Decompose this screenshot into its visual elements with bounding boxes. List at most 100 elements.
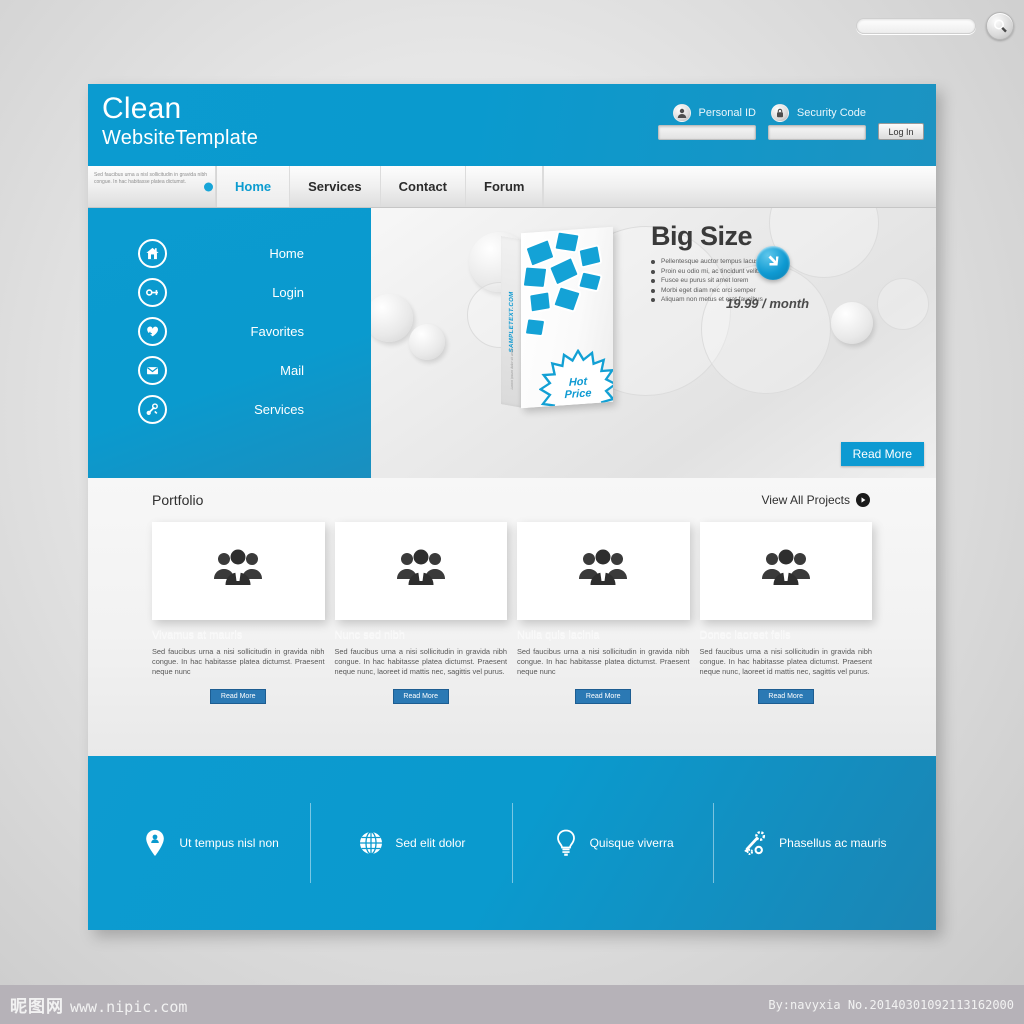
feature-label: Phasellus ac mauris [779, 836, 887, 850]
nav-item-services[interactable]: Services [290, 166, 381, 207]
sidebar-item-login[interactable]: Login [88, 273, 371, 312]
personal-id-input[interactable] [658, 125, 756, 140]
wrench-gear-icon [741, 829, 769, 857]
portfolio-card-text: Sed faucibus urna a nisi sollicitudin in… [334, 647, 508, 676]
portfolio-read-more-button[interactable]: Read More [210, 689, 267, 704]
people-group-icon [210, 547, 266, 596]
sidebar-item-label: Mail [280, 363, 304, 378]
product-box-spine-text: SAMPLETEXT.COM [509, 291, 515, 353]
portfolio-card[interactable]: Nulla quis lacinia Sed faucibus urna a n… [517, 522, 690, 704]
hero-title: Big Size [651, 221, 753, 251]
nav-item-contact[interactable]: Contact [381, 166, 467, 207]
brand-logo[interactable]: Clean WebsiteTemplate [102, 92, 258, 150]
security-code-field-group: Security Code [768, 104, 866, 140]
home-icon [138, 239, 167, 268]
brand-line-2: WebsiteTemplate [102, 127, 259, 149]
portfolio-thumbnail[interactable] [334, 522, 507, 620]
watermark-credit: By:navyxia No.20140301092113162000 [768, 997, 1014, 1012]
portfolio-grid: Vivamus at mauris Sed faucibus urna a ni… [104, 522, 920, 704]
product-box: SAMPLETEXT.COM Lorem ipsum dolor sit ame… [499, 220, 629, 409]
hot-price-line-2: Price [564, 387, 592, 402]
security-code-label: Security Code [796, 107, 866, 119]
hot-price-text: Hot Price [539, 374, 613, 403]
sidebar-item-label: Login [272, 285, 304, 300]
sidebar-item-mail[interactable]: Mail [88, 351, 371, 390]
watermark-bar: 昵图网 www.nipic.com By:navyxia No.20140301… [0, 985, 1024, 1024]
portfolio-card[interactable]: Donec laoreet felis Sed faucibus urna a … [699, 522, 873, 704]
sidebar-item-favorites[interactable]: Favorites [88, 312, 371, 351]
portfolio-title: Portfolio [152, 492, 204, 508]
watermark-site-name-cn: 昵图网 [10, 997, 64, 1016]
arrow-up-left-icon [763, 251, 783, 276]
personal-id-label: Personal ID [698, 107, 756, 119]
main-navigation: Sed faucibus urna a nisl sollicitudin in… [88, 166, 936, 208]
magnifier-icon [992, 18, 1008, 34]
footer-features: Ut tempus nisl non Sed elit dolor Quisqu… [88, 756, 936, 930]
hero-bullet: Morbi eget diam nec orci semper [651, 286, 921, 296]
feature-label: Ut tempus nisl non [179, 836, 279, 850]
login-area: Personal ID Security Code Log In [658, 104, 924, 140]
hero-bullet: Fusce eu purus sit amet lorem [651, 276, 921, 286]
nav-items: Home Services Contact Forum [204, 166, 936, 207]
lock-icon [770, 104, 789, 122]
sidebar-item-services[interactable]: Services [88, 390, 371, 429]
feature-label: Sed elit dolor [395, 836, 466, 850]
nav-item-label: Services [308, 179, 362, 194]
portfolio-thumbnail[interactable] [152, 522, 325, 620]
people-group-icon [575, 547, 631, 596]
search-button[interactable] [986, 12, 1014, 40]
people-group-icon [393, 547, 449, 596]
feature-label: Quisque viverra [589, 836, 674, 850]
site-header: Clean WebsiteTemplate Personal ID Securi… [88, 84, 936, 166]
nav-item-label: Home [235, 179, 272, 194]
feature-item-location[interactable]: Ut tempus nisl non [110, 803, 312, 883]
decor-bubble [371, 294, 413, 342]
log-in-button[interactable]: Log In [878, 123, 924, 140]
portfolio-read-more-button[interactable]: Read More [392, 689, 449, 704]
portfolio-card[interactable]: Nunc sed nibh Sed faucibus urna a nisi s… [334, 522, 508, 704]
globe-icon [357, 829, 385, 857]
security-code-input[interactable] [768, 125, 866, 140]
search-input[interactable] [856, 18, 976, 34]
user-icon [672, 104, 691, 122]
portfolio-card[interactable]: Vivamus at mauris Sed faucibus urna a ni… [152, 522, 325, 704]
feature-item-settings[interactable]: Phasellus ac mauris [714, 803, 914, 883]
portfolio-section: Portfolio View All Projects Vivamus at m… [88, 478, 936, 756]
sidebar-menu: Home Login Favorites Mail Services [88, 208, 371, 478]
hero-price: 19.99 / month [726, 296, 810, 311]
nav-item-forum[interactable]: Forum [466, 166, 544, 207]
portfolio-thumbnail[interactable] [699, 522, 872, 620]
portfolio-card-caption: Nulla quis lacinia [517, 629, 600, 641]
portfolio-read-more-button[interactable]: Read More [757, 689, 814, 704]
hero-section: Home Login Favorites Mail Services SAMPL… [88, 208, 936, 478]
portfolio-header: Portfolio View All Projects [104, 492, 920, 508]
product-box-front: Hot Price [521, 226, 613, 409]
hero-arrow-button[interactable] [756, 246, 790, 280]
nav-item-home[interactable]: Home [204, 166, 291, 207]
sidebar-item-label: Favorites [250, 324, 304, 339]
nav-filler [543, 166, 936, 207]
personal-id-field-group: Personal ID [658, 104, 756, 140]
portfolio-read-more-button[interactable]: Read More [575, 689, 632, 704]
portfolio-card-text: Sed faucibus urna a nisi sollicitudin in… [152, 647, 325, 676]
feature-item-globe[interactable]: Sed elit dolor [311, 803, 513, 883]
feature-item-idea[interactable]: Quisque viverra [513, 803, 714, 883]
portfolio-card-caption: Donec laoreet felis [699, 629, 791, 641]
nav-blurb-text: Sed faucibus urna a nisl sollicitudin in… [88, 166, 216, 207]
tools-icon [138, 395, 167, 424]
play-arrow-icon [856, 493, 870, 507]
heart-icon [138, 317, 167, 346]
nav-item-label: Forum [484, 179, 525, 194]
sidebar-item-home[interactable]: Home [88, 234, 371, 273]
watermark-left: 昵图网 www.nipic.com [10, 992, 187, 1017]
people-group-icon [758, 547, 814, 596]
portfolio-card-text: Sed faucibus urna a nisi sollicitudin in… [699, 647, 873, 676]
hero-read-more-button[interactable]: Read More [840, 442, 924, 466]
nav-item-label: Contact [398, 179, 448, 194]
product-box-spine-subtext: Lorem ipsum dolor sit amet [510, 348, 514, 390]
portfolio-card-text: Sed faucibus urna a nisi sollicitudin in… [517, 647, 690, 676]
sidebar-item-label: Home [269, 246, 304, 261]
hero-banner: SAMPLETEXT.COM Lorem ipsum dolor sit ame… [371, 208, 936, 478]
portfolio-thumbnail[interactable] [517, 522, 690, 620]
view-all-projects-link[interactable]: View All Projects [762, 493, 870, 507]
